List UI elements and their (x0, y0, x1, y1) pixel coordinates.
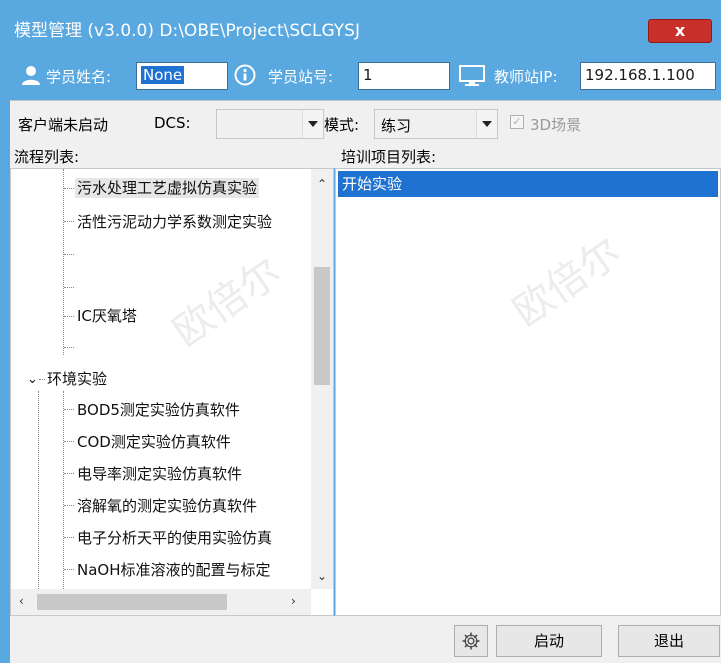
title-bar: 模型管理 (v3.0.0) D:\OBE\Project\SCLGYSJ x (0, 0, 721, 54)
tree-line (64, 473, 74, 474)
tree-line (39, 379, 45, 380)
tree-line (64, 188, 74, 189)
tree-group-environment[interactable]: 环境实验 (47, 368, 107, 389)
exit-button[interactable]: 退出 (618, 625, 720, 657)
scene3d-checkbox[interactable]: ✓ (510, 115, 524, 129)
process-list-header: 流程列表: (10, 146, 335, 168)
horizontal-scrollbar[interactable]: ‹ › (11, 589, 311, 615)
dcs-select[interactable] (216, 109, 324, 139)
scene3d-label: 3D场景 (530, 116, 582, 134)
process-tree[interactable]: 污水处理工艺虚拟仿真实验 活性污泥动力学系数测定实验 IC厌氧塔 ⌄ 环境实验 … (10, 168, 334, 616)
close-button[interactable]: x (648, 19, 712, 43)
scroll-down-icon[interactable]: ⌄ (317, 569, 327, 583)
chevron-down-icon[interactable] (476, 110, 497, 138)
tree-item[interactable]: 活性污泥动力学系数测定实验 (77, 211, 272, 232)
tree-item[interactable]: 电导率测定实验仿真软件 (77, 463, 242, 484)
tree-line (64, 221, 74, 222)
dcs-label: DCS: (154, 114, 191, 132)
tree-item[interactable]: COD测定实验仿真软件 (77, 431, 231, 452)
bottom-bar: 启动 退出 (10, 616, 721, 663)
tree-line (64, 347, 74, 348)
mode-value: 练习 (381, 117, 412, 135)
vertical-scroll-thumb[interactable] (314, 267, 330, 385)
tree-item[interactable]: 溶解氧的测定实验仿真软件 (77, 495, 257, 516)
training-list[interactable]: 开始实验 (335, 168, 721, 616)
toolbar: 客户端未启动 DCS: 模式: 练习 ✓ 3D场景 (10, 100, 721, 147)
info-icon (234, 64, 256, 86)
tree-line (64, 537, 74, 538)
tree-line (64, 441, 74, 442)
tree-line (64, 316, 74, 317)
tree-line (64, 505, 74, 506)
scroll-left-icon[interactable]: ‹ (19, 594, 24, 608)
tree-group-toggle[interactable]: ⌄ (27, 369, 38, 387)
main-window: 模型管理 (v3.0.0) D:\OBE\Project\SCLGYSJ x 学… (0, 0, 721, 663)
student-name-label: 学员姓名: (46, 68, 112, 86)
tree-item-label: 污水处理工艺虚拟仿真实验 (75, 178, 260, 198)
mode-select[interactable]: 练习 (374, 109, 498, 139)
tree-line (64, 287, 74, 288)
scroll-up-icon[interactable]: ⌃ (317, 177, 327, 191)
student-name-field[interactable]: None (136, 62, 228, 90)
monitor-icon (459, 65, 485, 86)
start-button[interactable]: 启动 (496, 625, 602, 657)
tree-item[interactable]: BOD5测定实验仿真软件 (77, 399, 240, 420)
teacher-ip-field[interactable]: 192.168.1.100 (580, 62, 716, 90)
tree-item[interactable]: 污水处理工艺虚拟仿真实验 (75, 177, 260, 198)
tree-item[interactable]: IC厌氧塔 (77, 305, 137, 326)
training-item-selected[interactable]: 开始实验 (338, 171, 718, 197)
tree-line (63, 391, 64, 615)
user-info-bar: 学员姓名: None 学员站号: 1 教师站IP: 192.168.1.100 (0, 54, 721, 98)
user-icon (22, 66, 40, 85)
tree-item[interactable]: 电子分析天平的使用实验仿真 (77, 527, 272, 548)
station-label: 学员站号: (268, 68, 334, 86)
horizontal-scroll-thumb[interactable] (37, 594, 227, 610)
training-list-header: 培训项目列表: (335, 146, 721, 168)
vertical-scrollbar[interactable]: ⌃ ⌄ (311, 169, 333, 589)
chevron-down-icon[interactable] (302, 110, 323, 138)
window-title: 模型管理 (v3.0.0) D:\OBE\Project\SCLGYSJ (14, 21, 360, 41)
station-field[interactable]: 1 (358, 62, 450, 90)
tree-line (63, 169, 64, 355)
tree-line (38, 391, 39, 615)
chevron-down-icon[interactable]: ⌄ (27, 372, 38, 387)
tree-line (64, 254, 74, 255)
student-name-value: None (141, 66, 185, 84)
settings-button[interactable] (454, 625, 488, 657)
tree-item[interactable]: NaOH标准溶液的配置与标定 (77, 559, 271, 580)
mode-label: 模式: (324, 116, 360, 134)
client-status: 客户端未启动 (18, 116, 109, 134)
tree-line (64, 409, 74, 410)
gear-icon (462, 632, 480, 650)
tree-line (64, 569, 74, 570)
teacher-ip-label: 教师站IP: (494, 68, 558, 86)
scroll-right-icon[interactable]: › (291, 594, 296, 608)
